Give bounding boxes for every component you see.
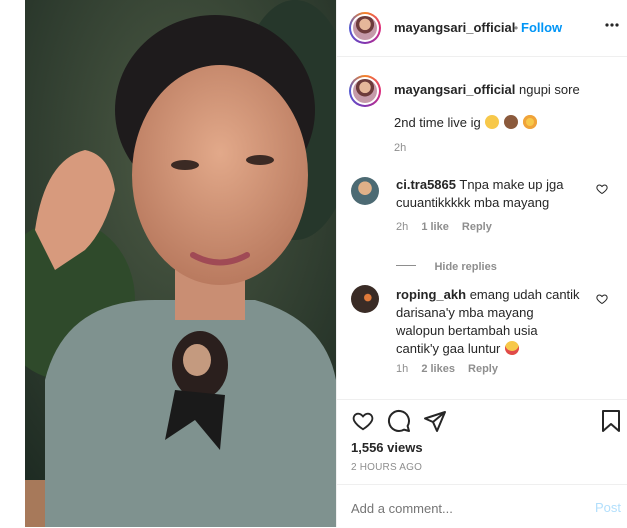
like-heart-icon[interactable] [351,410,375,432]
post-timestamp[interactable]: 2 HOURS AGO [351,462,422,473]
left-gutter [0,0,25,527]
reply-divider [396,265,416,267]
post-actions: 1,556 views 2 HOURS AGO [337,399,627,484]
post-button[interactable]: Post [595,500,621,515]
comment-time[interactable]: 2h [396,221,408,233]
comment-line: cuuantikkkkk mba mayang [396,195,550,210]
reply-line: darisana'y mba mayang [396,305,534,320]
heart-eyes-face-icon [505,341,519,355]
add-comment-input[interactable] [349,497,573,519]
like-reply-heart-icon[interactable] [596,293,608,305]
hide-replies-toggle[interactable]: Hide replies [396,257,497,275]
author-avatar[interactable] [349,12,381,44]
post-photo [25,0,336,527]
post-sidebar: mayangsari_official • Follow mayangsari_… [336,0,627,527]
more-horizontal-icon[interactable] [605,22,619,28]
reply-button[interactable]: Reply [462,221,492,233]
reply-line: cantik'y gaa luntur [396,341,501,356]
caption-username[interactable]: mayangsari_official [394,82,515,97]
comment-username[interactable]: ci.tra5865 [396,177,456,192]
save-bookmark-icon[interactable] [601,409,621,433]
caption-line2: 2nd time live ig [394,114,537,132]
caption-text: mayangsari_official ngupi sore [394,81,580,99]
author-username[interactable]: mayangsari_official [394,20,515,35]
post-media[interactable] [25,0,336,527]
smiling-face-with-hearts-icon [522,115,537,129]
reply-text: roping_akh emang udah cantik darisana'y … [396,286,596,358]
reply-reply-button[interactable]: Reply [468,363,498,375]
comments-list[interactable]: mayangsari_official ngupi sore 2nd time … [337,57,627,399]
reply-meta: 1h 2 likes Reply [396,363,498,375]
grinning-face-icon [485,115,500,129]
add-comment-bar: Post [337,484,627,528]
share-send-icon[interactable] [423,409,447,433]
reply-avatar[interactable] [351,285,379,313]
instagram-post-window: mayangsari_official • Follow mayangsari_… [0,0,627,527]
header-separator: • [514,21,519,35]
comment-likes[interactable]: 1 like [421,221,449,233]
like-comment-heart-icon[interactable] [596,183,608,195]
comment-bubble-icon[interactable] [387,409,411,433]
reply-line: walopun bertambah usia [396,323,538,338]
comment-avatar[interactable] [351,177,379,205]
reply-time[interactable]: 1h [396,363,408,375]
reply-likes[interactable]: 2 likes [421,363,455,375]
caption-body: ngupi sore [519,82,580,97]
comment-line: Tnpa make up jga [459,177,564,192]
comment-meta: 2h 1 like Reply [396,221,492,233]
caption-avatar[interactable] [349,75,381,107]
views-count[interactable]: 1,556 views [351,440,423,455]
reply-username[interactable]: roping_akh [396,287,466,302]
see-no-evil-monkey-icon [503,115,518,129]
reply-line: emang udah cantik [469,287,580,302]
post-header: mayangsari_official • Follow [337,0,627,57]
hide-replies-label: Hide replies [434,261,497,273]
caption-line2-text: 2nd time live ig [394,115,481,130]
caption-time[interactable]: 2h [394,142,406,154]
comment-text: ci.tra5865 Tnpa make up jga cuuantikkkkk… [396,176,596,212]
follow-button[interactable]: Follow [521,20,562,35]
